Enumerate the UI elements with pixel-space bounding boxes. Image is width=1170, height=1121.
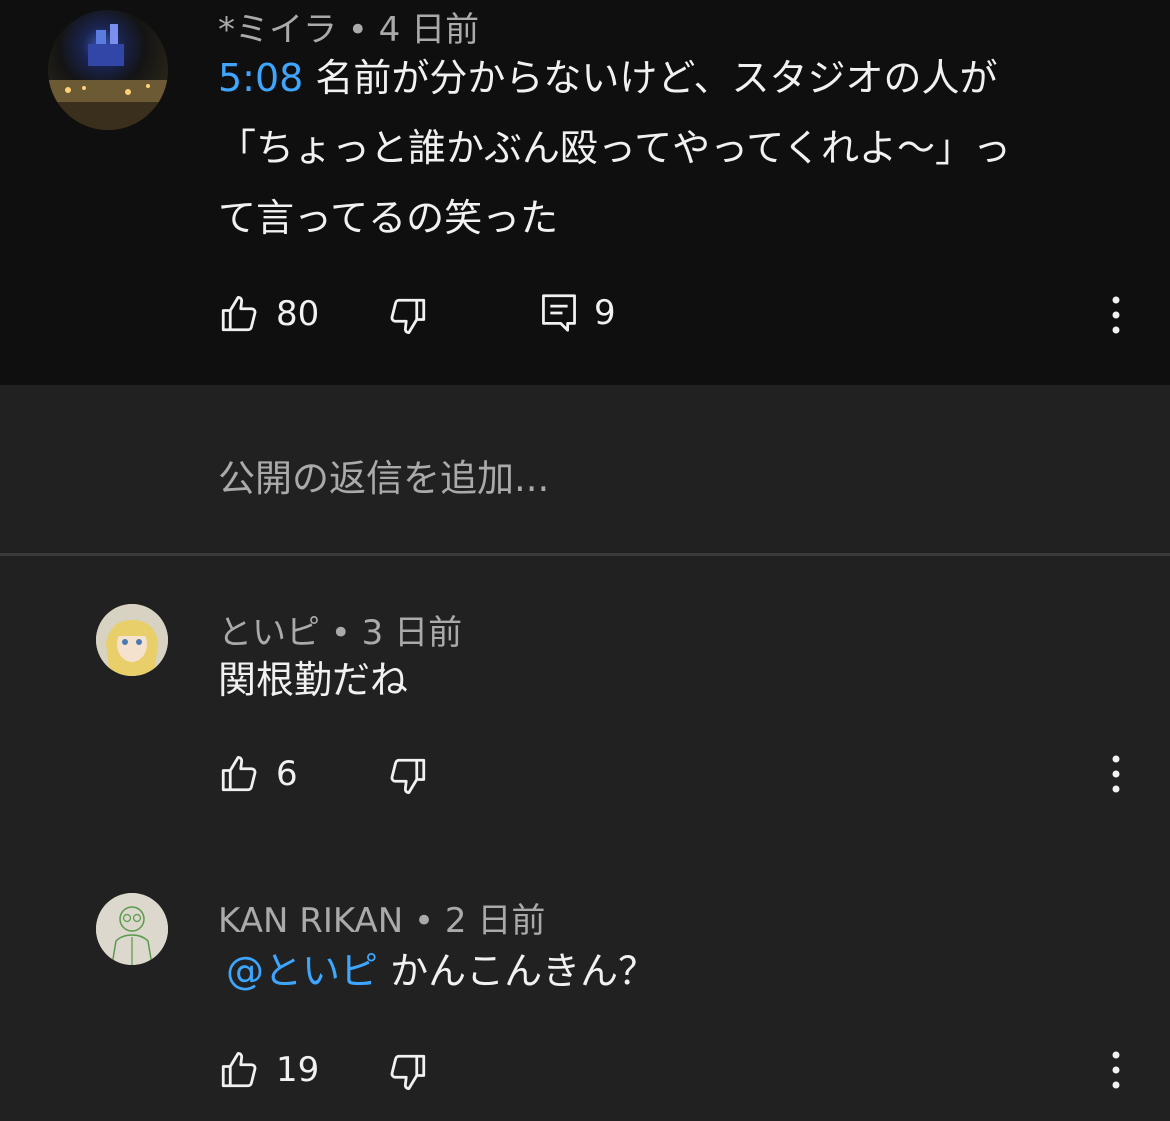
avatar-image: [96, 893, 168, 965]
more-vertical-icon: [1112, 1051, 1120, 1089]
comment-text: 5:08 名前が分からないけど、スタジオの人が 「ちょっと誰かぶん殴ってやってく…: [218, 43, 1138, 253]
author-name[interactable]: KAN RIKAN: [218, 901, 403, 941]
dislike-button[interactable]: [387, 755, 429, 797]
comment-text-line: て言ってるの笑った: [218, 196, 559, 240]
add-reply-bar[interactable]: 公開の返信を追加...: [0, 385, 1170, 553]
comment-meta: KAN RIKAN • 2 日前: [218, 893, 545, 942]
more-button[interactable]: [1110, 295, 1122, 335]
dislike-button[interactable]: [387, 1051, 429, 1093]
thumbs-down-icon: [387, 1051, 429, 1093]
comment-text-line: かんこんきん？: [378, 949, 657, 993]
more-vertical-icon: [1112, 296, 1120, 334]
thumbs-down-icon: [387, 295, 429, 337]
more-button[interactable]: [1110, 754, 1122, 794]
thumbs-up-icon: [218, 1049, 260, 1091]
comment-age: 2 日前: [444, 901, 546, 941]
like-button[interactable]: 6: [218, 753, 298, 795]
avatar[interactable]: [48, 10, 168, 130]
comment-icon: [540, 292, 578, 334]
reply-button[interactable]: 9: [540, 292, 616, 334]
like-count: 6: [276, 754, 298, 794]
like-count: 19: [276, 1050, 320, 1090]
timestamp-link[interactable]: 5:08: [218, 56, 303, 100]
avatar-image: [96, 604, 168, 676]
like-button[interactable]: 80: [218, 293, 319, 335]
more-button[interactable]: [1110, 1050, 1122, 1090]
thumbs-down-icon: [387, 755, 429, 797]
top-comment: *ミイラ • 4 日前 5:08 名前が分からないけど、スタジオの人が 「ちょっ…: [0, 0, 1170, 385]
avatar[interactable]: [96, 893, 168, 965]
like-count: 80: [276, 294, 320, 334]
dislike-button[interactable]: [387, 295, 429, 337]
reply-count: 9: [594, 293, 616, 333]
mention-link[interactable]: @といピ: [226, 949, 378, 993]
avatar[interactable]: [96, 604, 168, 676]
comment-text-line: 「ちょっと誰かぶん殴ってやってくれよ〜」っ: [218, 126, 1012, 170]
avatar-image: [48, 24, 168, 130]
comment-text: @といピ かんこんきん？: [226, 936, 656, 1006]
comment-text-line: 名前が分からないけど、スタジオの人が: [303, 56, 998, 100]
thumbs-up-icon: [218, 293, 260, 335]
add-reply-input[interactable]: 公開の返信を追加...: [218, 448, 549, 502]
comment-text: 関根勤だね: [218, 658, 409, 702]
more-vertical-icon: [1112, 755, 1120, 793]
thumbs-up-icon: [218, 753, 260, 795]
like-button[interactable]: 19: [218, 1049, 319, 1091]
meta-separator: •: [403, 901, 445, 941]
replies-list: といピ • 3 日前 関根勤だね 6 KAN RIKAN • 2 日前 @といピ…: [0, 556, 1170, 1121]
